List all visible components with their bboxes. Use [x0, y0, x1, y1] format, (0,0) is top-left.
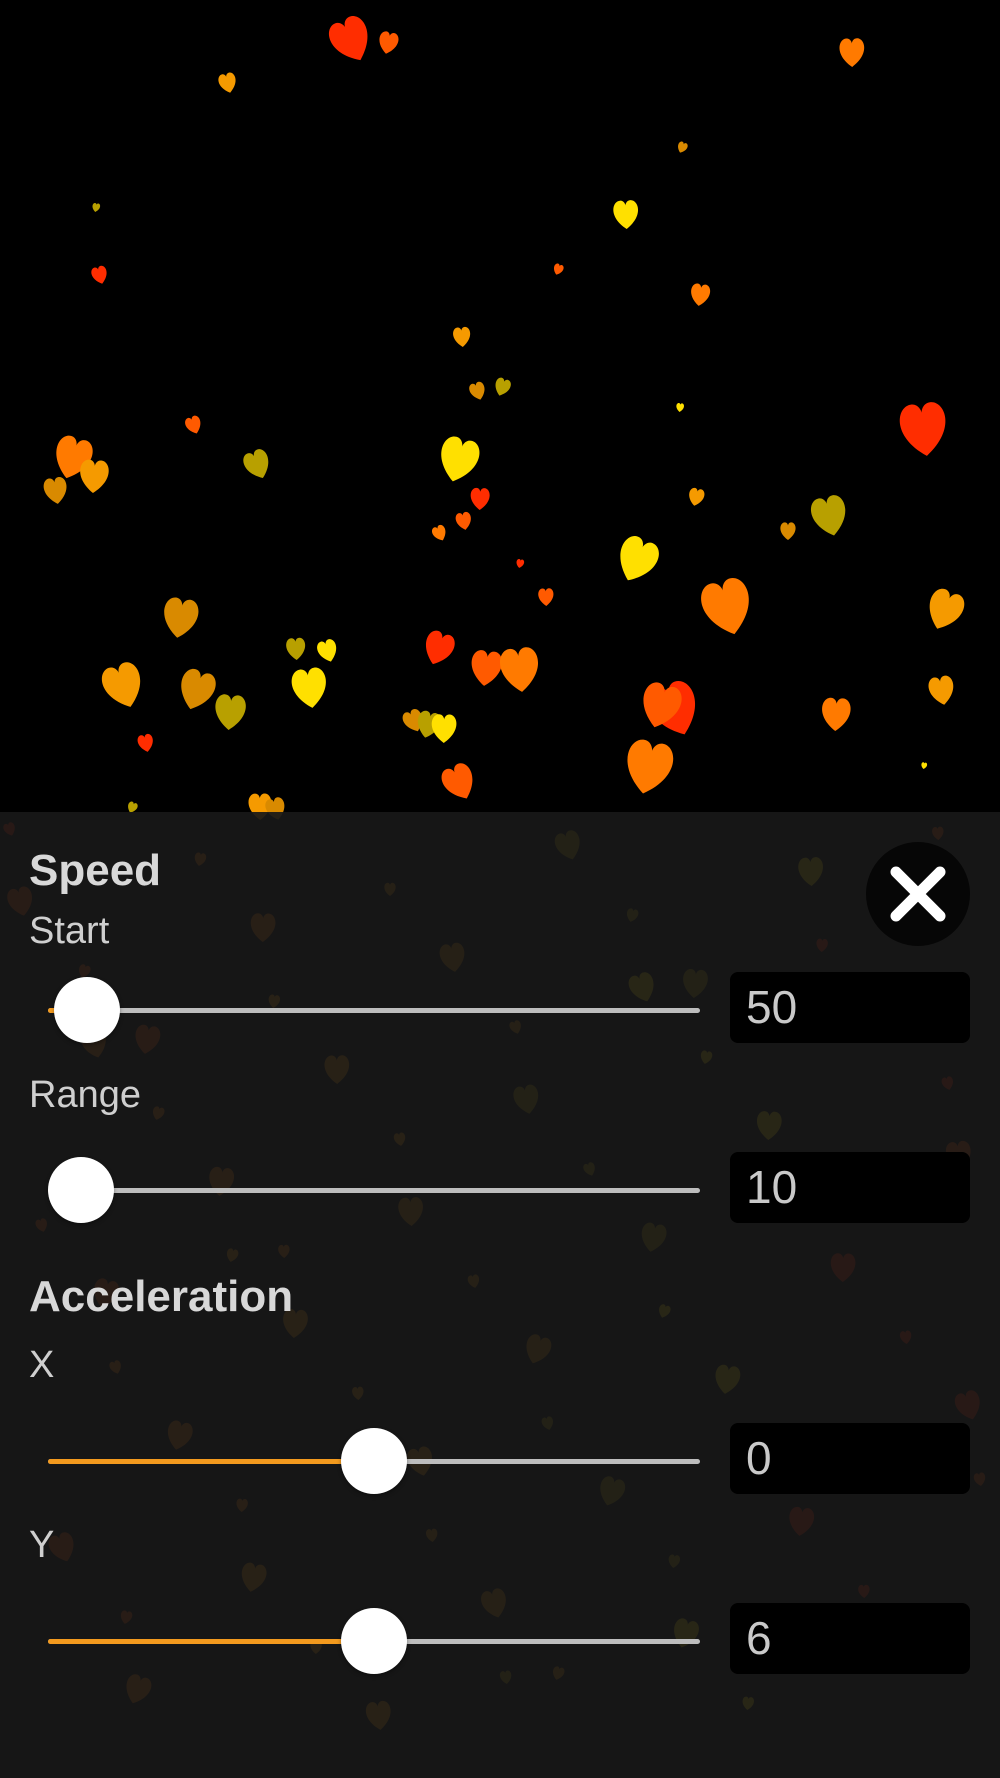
acceleration-heading: Acceleration	[29, 1272, 294, 1321]
close-icon	[890, 866, 946, 922]
close-button[interactable]	[866, 842, 970, 946]
heart-particle	[431, 714, 457, 744]
speed-range-label: Range	[29, 1074, 141, 1116]
heart-particle	[927, 674, 957, 707]
acceleration-y-label: Y	[29, 1524, 55, 1566]
heart-particle	[515, 558, 525, 569]
heart-particle	[538, 588, 554, 607]
acceleration-y-slider-thumb[interactable]	[341, 1608, 407, 1674]
heart-particle	[468, 649, 504, 688]
heart-particle	[620, 737, 677, 799]
heart-particle	[470, 487, 490, 511]
speed-range-slider[interactable]	[47, 1157, 700, 1223]
heart-particle	[42, 475, 70, 506]
heart-particle	[675, 140, 689, 155]
heart-particle	[551, 262, 565, 277]
heart-particle	[921, 585, 968, 636]
heart-particle	[438, 760, 481, 805]
speed-range-slider-thumb[interactable]	[47, 1157, 114, 1223]
acceleration-y-slider-fill	[48, 1639, 374, 1644]
heart-particle	[240, 446, 275, 483]
heart-particle	[90, 264, 110, 286]
heart-particle	[376, 30, 400, 56]
heart-particle	[697, 574, 758, 641]
heart-particle	[419, 628, 458, 669]
heart-particle	[897, 400, 950, 459]
heart-particle	[434, 433, 483, 487]
heart-particle	[452, 326, 472, 348]
speed-start-label: Start	[29, 910, 110, 952]
speed-range-value-field[interactable]: 10	[730, 1152, 970, 1223]
heart-particle	[213, 693, 247, 732]
heart-particle	[174, 666, 219, 715]
heart-particle	[808, 493, 851, 540]
heart-particle	[675, 402, 685, 413]
heart-particle	[98, 659, 149, 714]
acceleration-x-label: X	[29, 1344, 55, 1386]
acceleration-y-slider[interactable]	[48, 1608, 700, 1674]
heart-particle	[467, 380, 488, 402]
heart-particle	[689, 282, 712, 308]
acceleration-x-value-field[interactable]: 0	[730, 1423, 970, 1494]
heart-particle	[498, 646, 541, 694]
heart-particle	[610, 532, 664, 588]
heart-particle	[920, 761, 928, 770]
speed-start-value-field[interactable]: 50	[730, 972, 970, 1043]
acceleration-x-slider[interactable]	[48, 1428, 700, 1494]
acceleration-x-slider-thumb[interactable]	[341, 1428, 407, 1494]
heart-particle	[285, 637, 307, 661]
heart-particle	[612, 199, 640, 230]
heart-particle	[839, 38, 865, 68]
heart-particle	[686, 486, 706, 508]
heart-particle	[160, 595, 201, 641]
heart-particle	[430, 523, 449, 544]
heart-particle	[91, 202, 101, 213]
heart-particle	[290, 666, 330, 711]
heart-particle	[136, 733, 156, 754]
heart-particle	[820, 697, 852, 732]
speed-start-slider[interactable]	[48, 977, 700, 1043]
acceleration-y-value-field[interactable]: 6	[730, 1603, 970, 1674]
speed-start-slider-thumb[interactable]	[54, 977, 121, 1043]
acceleration-x-slider-fill	[48, 1459, 374, 1464]
heart-particle	[454, 511, 473, 532]
speed-heading: Speed	[29, 846, 162, 895]
heart-particle	[217, 71, 239, 95]
heart-particle	[492, 376, 513, 399]
heart-particle	[183, 414, 204, 437]
heart-particle	[780, 522, 796, 540]
heart-particle	[78, 459, 110, 494]
heart-particle	[324, 12, 378, 69]
settings-panel: Speed Start 50 Range 10 Acceleration X 0…	[0, 812, 1000, 1778]
heart-particle	[315, 637, 341, 665]
